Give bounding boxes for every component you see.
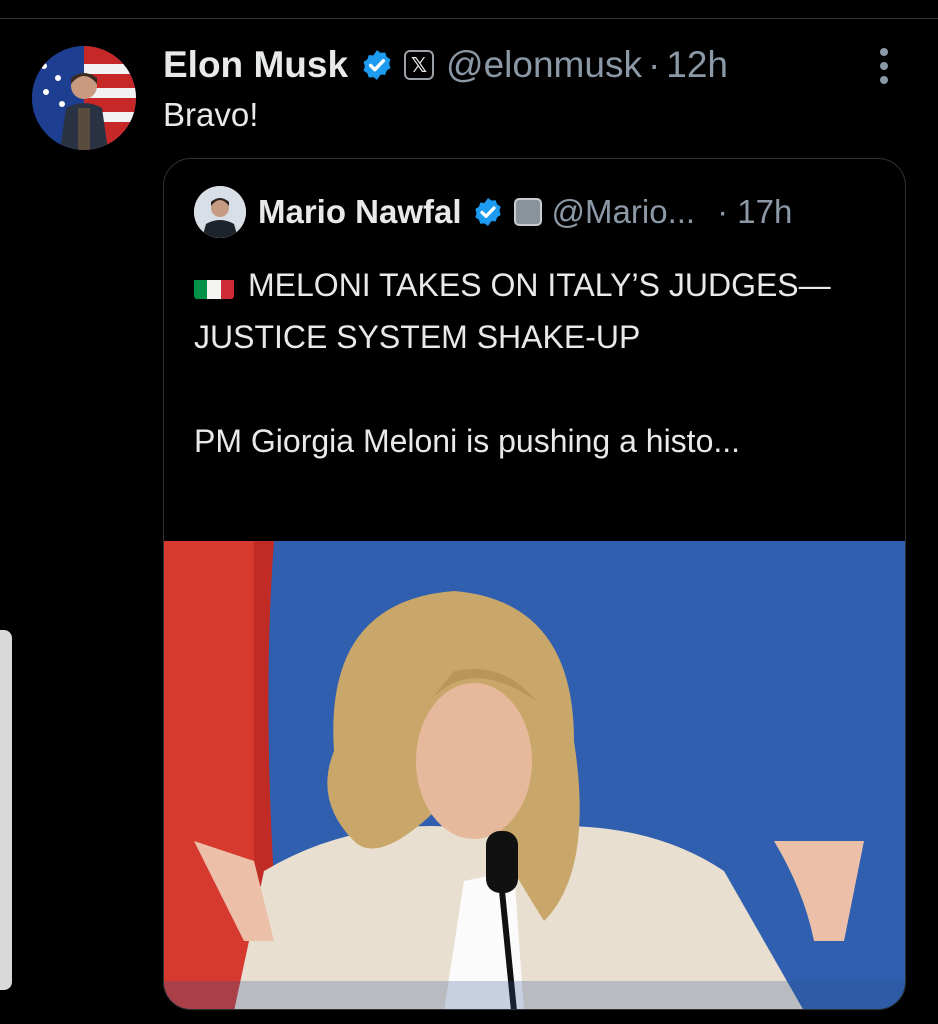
timestamp[interactable]: 12h (666, 44, 728, 86)
top-divider (0, 18, 938, 19)
avatar[interactable] (32, 46, 136, 150)
quoted-body-text: PM Giorgia Meloni is pushing a histo... (194, 423, 741, 459)
tweet-text: Bravo! (163, 96, 259, 133)
quoted-timestamp: · 17h (717, 193, 793, 230)
quoted-author-name[interactable]: Mario Nawfal (258, 193, 462, 231)
italy-flag-icon (194, 271, 234, 299)
affiliate-badge-icon (513, 198, 542, 226)
quoted-avatar (194, 186, 246, 238)
avatar-image (32, 46, 136, 150)
quoted-tweet-text: MELONI TAKES ON ITALY’S JUDGES—JUSTICE S… (194, 259, 884, 467)
tweet-header: Elon Musk 𝕏 @elonmusk · 12h (163, 40, 728, 90)
quoted-author-handle[interactable]: @Mario... (552, 193, 696, 231)
verified-badge-icon (474, 198, 501, 226)
quoted-tweet-image[interactable] (164, 541, 905, 1009)
quoted-headline: MELONI TAKES ON ITALY’S JUDGES—JUSTICE S… (194, 259, 884, 363)
quoted-tweet-card[interactable]: Mario Nawfal @Mario... · 17h MELONI TAKE… (163, 158, 906, 1010)
more-vertical-icon[interactable] (874, 48, 894, 88)
separator: · (647, 44, 661, 85)
verified-badge-icon (363, 50, 391, 80)
quoted-headline-text: MELONI TAKES ON ITALY’S JUDGES—JUSTICE S… (194, 267, 831, 355)
author-handle[interactable]: @elonmusk (446, 44, 642, 86)
scroll-handle[interactable] (0, 630, 12, 990)
quoted-tweet-header: Mario Nawfal @Mario... · 17h (194, 185, 792, 239)
quoted-avatar-image (194, 186, 246, 238)
press-conference-photo (164, 541, 905, 1009)
x-logo-icon: 𝕏 (404, 50, 435, 80)
author-name[interactable]: Elon Musk (163, 44, 348, 86)
